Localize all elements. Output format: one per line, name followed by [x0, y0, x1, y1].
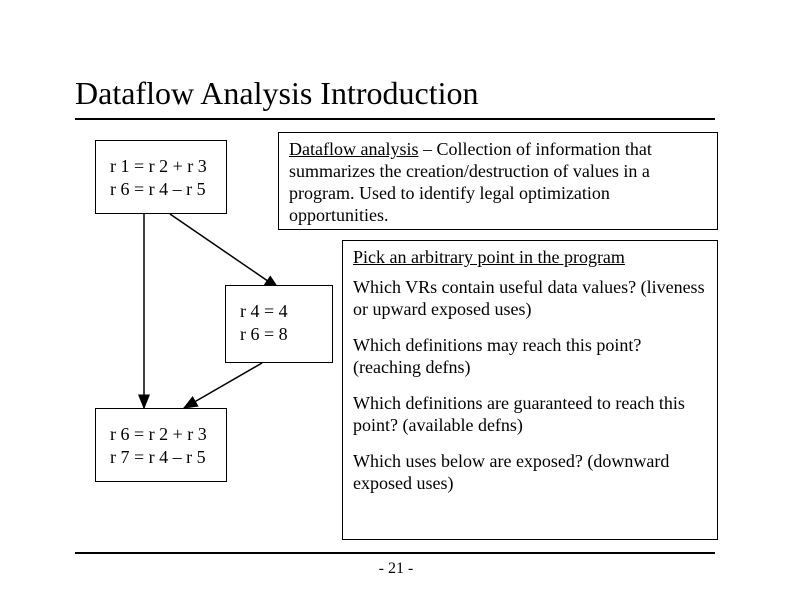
definition-term: Dataflow analysis — [289, 139, 418, 159]
page-number: - 21 - — [0, 560, 792, 578]
block-b-code: r 4 = 4 r 6 = 8 — [226, 286, 332, 359]
questions-box: Pick an arbitrary point in the program W… — [342, 240, 718, 540]
block-c-code: r 6 = r 2 + r 3 r 7 = r 4 – r 5 — [96, 409, 226, 482]
definition-box: Dataflow analysis – Collection of inform… — [278, 132, 718, 230]
edge-a-to-b — [170, 214, 278, 288]
block-a: r 1 = r 2 + r 3 r 6 = r 4 – r 5 — [95, 140, 227, 214]
question-1: Which VRs contain useful data values? (l… — [353, 277, 707, 321]
question-4: Which uses below are exposed? (downward … — [353, 451, 707, 495]
block-b: r 4 = 4 r 6 = 8 — [225, 285, 333, 363]
questions-heading: Pick an arbitrary point in the program — [353, 247, 707, 269]
slide-page: Dataflow Analysis Introduction r 1 = r 2… — [0, 0, 792, 612]
title-rule — [75, 118, 715, 120]
question-3: Which definitions are guaranteed to reac… — [353, 393, 707, 437]
page-title: Dataflow Analysis Introduction — [75, 75, 478, 112]
edge-b-to-c — [184, 363, 262, 408]
block-c: r 6 = r 2 + r 3 r 7 = r 4 – r 5 — [95, 408, 227, 482]
footer-rule — [75, 552, 715, 554]
block-a-code: r 1 = r 2 + r 3 r 6 = r 4 – r 5 — [96, 141, 226, 214]
question-2: Which definitions may reach this point? … — [353, 335, 707, 379]
